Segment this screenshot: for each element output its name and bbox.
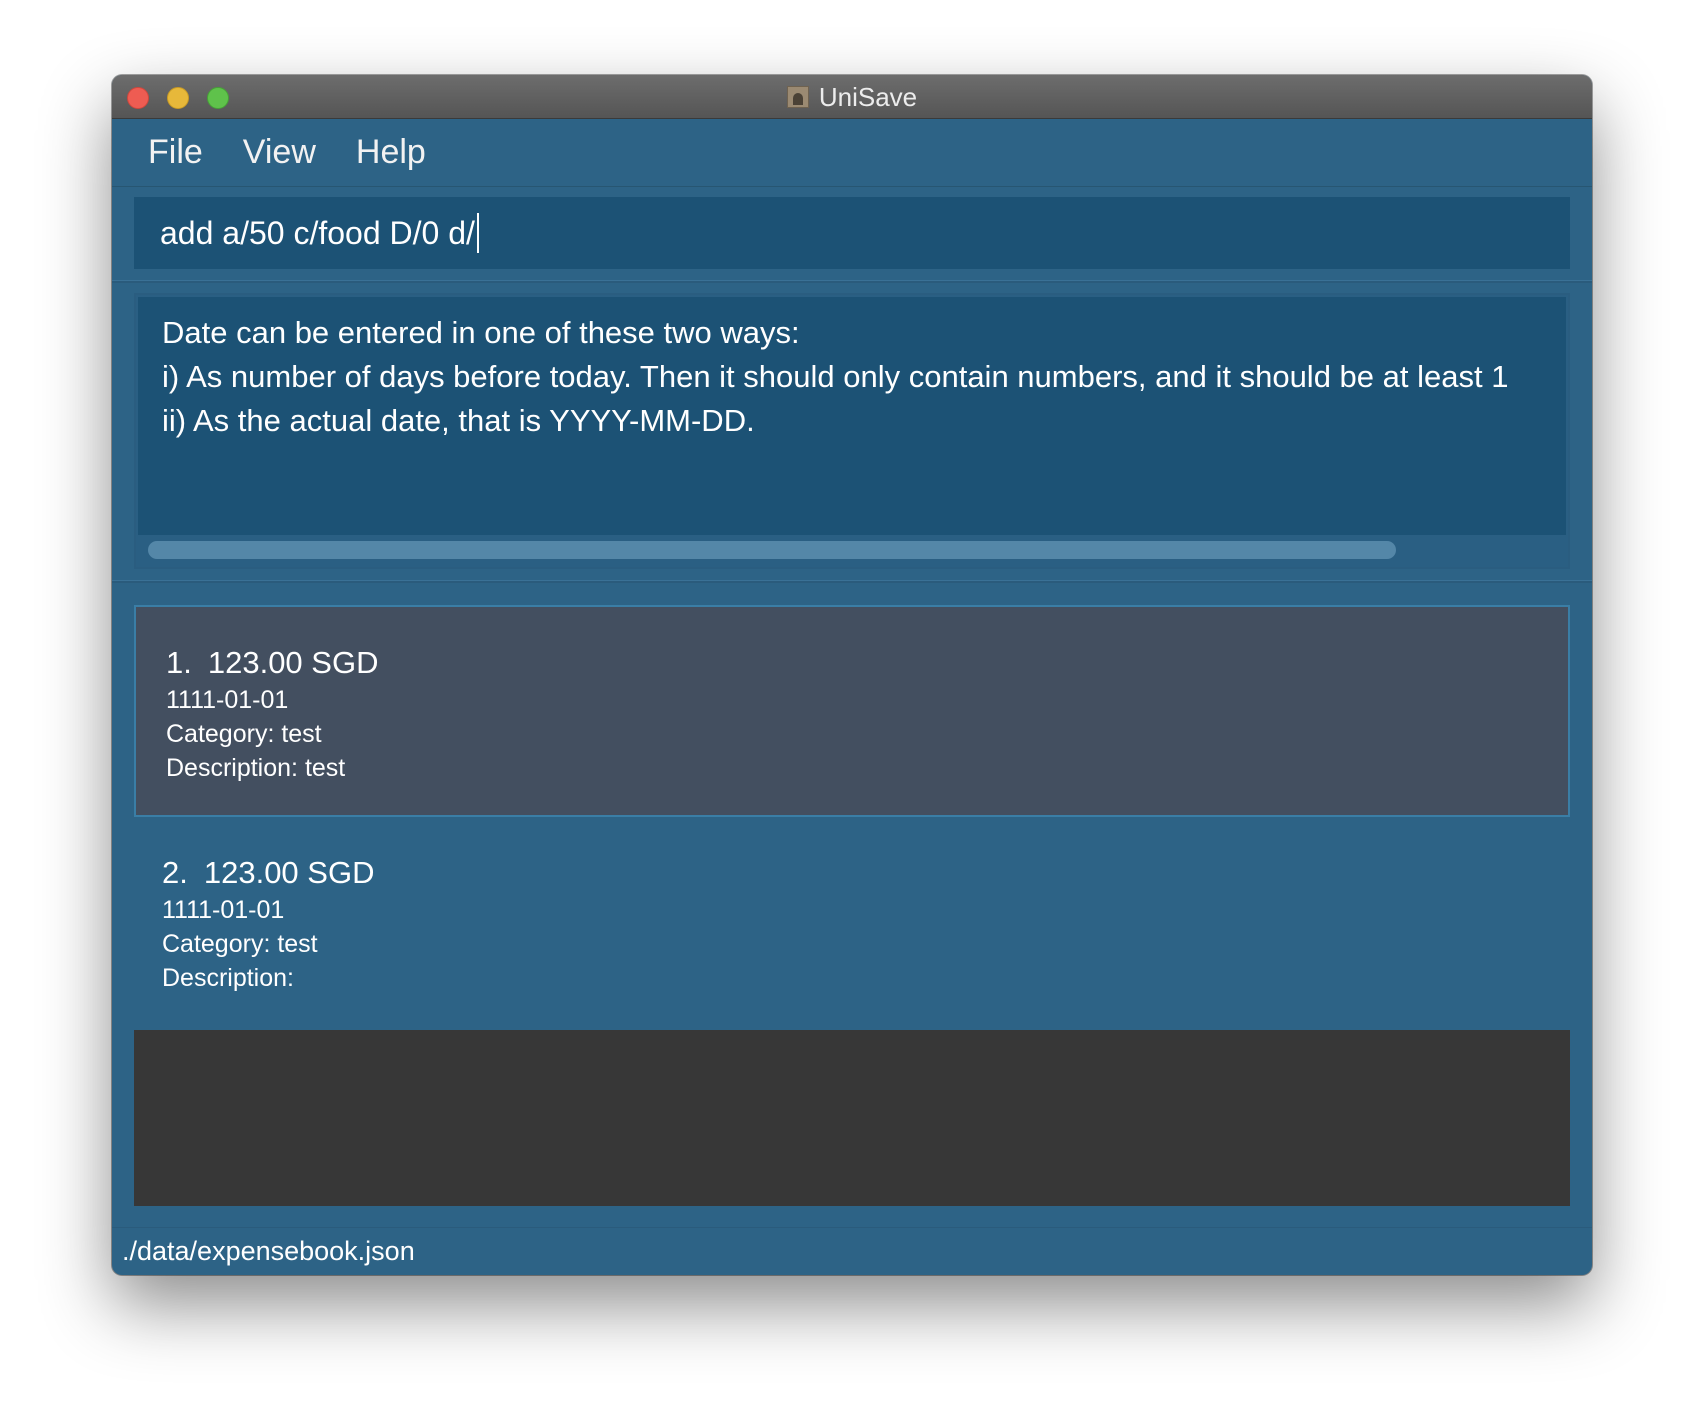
menu-bar: File View Help	[112, 119, 1592, 187]
text-caret	[476, 213, 479, 253]
command-input[interactable]: add a/50 c/food D/0 d/	[134, 197, 1570, 269]
user-icon	[786, 86, 809, 108]
menu-help[interactable]: Help	[356, 133, 426, 172]
divider	[112, 280, 1592, 283]
expense-index: 1.	[166, 645, 192, 680]
horizontal-scrollbar[interactable]	[148, 541, 1396, 559]
expense-heading: 1. 123.00 SGD	[166, 643, 1568, 683]
result-display: Date can be entered in one of these two …	[134, 293, 1570, 569]
result-line: ii) As the actual date, that is YYYY-MM-…	[162, 403, 755, 438]
expense-category: Category: test	[162, 930, 318, 958]
app-window: UniSave File View Help add a/50 c/food D…	[112, 75, 1592, 1275]
result-line: Date can be entered in one of these two …	[162, 315, 800, 350]
expense-category: Category: test	[166, 720, 322, 748]
expense-date: 1111-01-01	[166, 686, 289, 714]
expense-index: 2.	[162, 855, 188, 890]
expense-date: 1111-01-01	[162, 896, 285, 924]
divider	[112, 580, 1592, 583]
menu-file[interactable]: File	[148, 133, 203, 172]
expense-amount: 123.00 SGD	[207, 645, 379, 680]
window-title: UniSave	[818, 81, 918, 112]
expense-description: Description:	[162, 964, 294, 992]
window-title-group: UniSave	[112, 75, 1592, 119]
expense-amount: 123.00 SGD	[203, 855, 375, 890]
command-input-text: add a/50 c/food D/0 d/	[160, 214, 475, 251]
result-line: i) As number of days before today. Then …	[162, 359, 1509, 394]
expense-heading: 2. 123.00 SGD	[162, 853, 1570, 893]
status-bar: ./data/expensebook.json	[112, 1227, 1592, 1275]
save-location: ./data/expensebook.json	[122, 1236, 415, 1266]
result-text-area[interactable]: Date can be entered in one of these two …	[138, 297, 1566, 535]
expense-card[interactable]: 2. 123.00 SGD 1111-01-01 Category: test …	[134, 817, 1570, 1029]
summary-panel	[134, 1030, 1570, 1206]
title-bar: UniSave	[112, 75, 1592, 119]
menu-view[interactable]: View	[243, 133, 316, 172]
expense-card[interactable]: 1. 123.00 SGD 1111-01-01 Category: test …	[134, 605, 1570, 817]
expense-description: Description: test	[166, 754, 346, 782]
